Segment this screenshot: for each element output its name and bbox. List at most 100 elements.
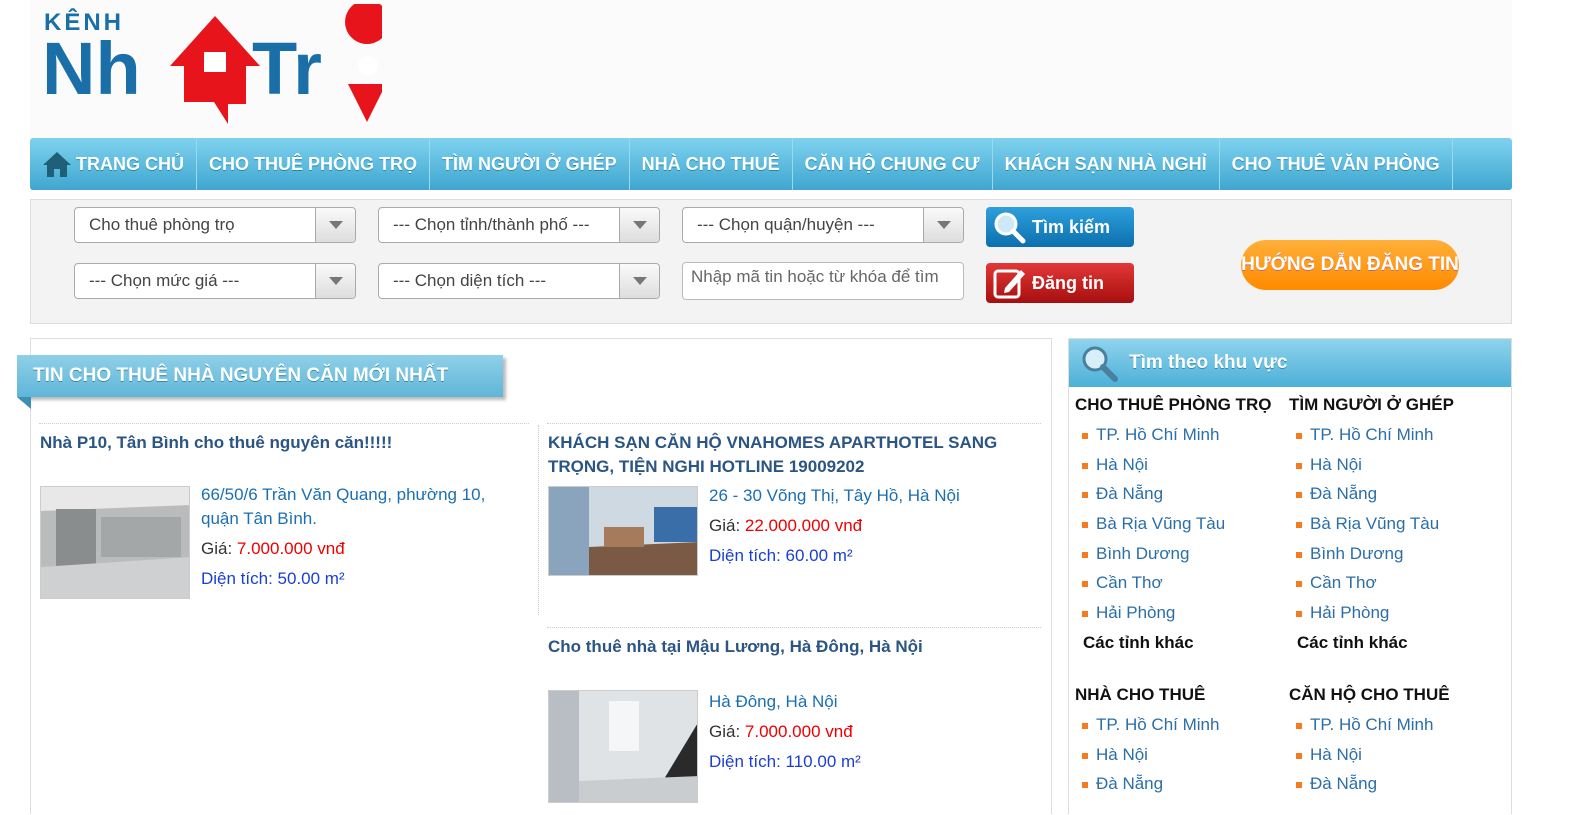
district-select-value: --- Chọn quận/huyện --- xyxy=(697,215,875,234)
listing-address[interactable]: Hà Đông, Hà Nội xyxy=(709,687,1029,717)
area-link[interactable]: TP. Hồ Chí Minh xyxy=(1075,715,1285,745)
area-link[interactable]: TP. Hồ Chí Minh xyxy=(1289,425,1499,455)
province-select[interactable]: --- Chọn tỉnh/thành phố --- xyxy=(378,207,660,243)
price-select[interactable]: --- Chọn mức giá --- xyxy=(74,263,356,299)
chevron-down-icon xyxy=(923,208,963,242)
main-nav: TRANG CHỦ CHO THUÊ PHÒNG TRỌ TÌM NGƯỜI Ở… xyxy=(30,138,1512,190)
area-link[interactable]: Đà Nẵng xyxy=(1075,484,1285,514)
area-link[interactable]: Bình Dương xyxy=(1289,544,1499,574)
area-group: CHO THUÊ PHÒNG TRỌ TP. Hồ Chí Minh Hà Nộ… xyxy=(1075,395,1285,663)
nav-home[interactable]: TRANG CHỦ xyxy=(30,138,197,190)
post-button-label: Đăng tin xyxy=(1032,272,1104,293)
area-link[interactable]: Hà Nội xyxy=(1289,745,1499,775)
area-group: NHÀ CHO THUÊ TP. Hồ Chí Minh Hà Nội Đà N… xyxy=(1075,685,1285,804)
price-label: Giá: xyxy=(201,539,233,558)
svg-text:Tr: Tr xyxy=(252,27,322,110)
province-select-value: --- Chọn tỉnh/thành phố --- xyxy=(393,215,590,234)
area-link[interactable]: Hải Phòng xyxy=(1289,603,1499,633)
nav-item-o-ghep[interactable]: TÌM NGƯỜI Ở GHÉP xyxy=(430,138,630,190)
area-list: TP. Hồ Chí Minh Hà Nội Đà Nẵng Bà Rịa Vũ… xyxy=(1289,425,1499,633)
listing-address[interactable]: 66/50/6 Trần Văn Quang, phường 10, quận … xyxy=(201,483,521,531)
listing-area: Diện tích: 60.00 m² xyxy=(709,546,853,565)
search-icon xyxy=(1082,346,1118,382)
listing-info: 66/50/6 Trần Văn Quang, phường 10, quận … xyxy=(201,483,521,594)
listing-card[interactable]: Cho thuê nhà tại Mậu Lương, Hà Đông, Hà … xyxy=(548,635,1038,815)
keyword-placeholder: Nhập mã tin hoặc từ khóa để tìm xyxy=(691,267,939,286)
listing-thumbnail[interactable] xyxy=(548,690,698,803)
post-button[interactable]: Đăng tin xyxy=(986,263,1134,303)
nav-item-nha-cho-thue[interactable]: NHÀ CHO THUÊ xyxy=(630,138,793,190)
chevron-down-icon xyxy=(619,264,659,298)
area-select[interactable]: --- Chọn diện tích --- xyxy=(378,263,660,299)
area-link[interactable]: Cần Thơ xyxy=(1289,573,1499,603)
area-link[interactable]: Đà Nẵng xyxy=(1289,774,1499,804)
area-link[interactable]: TP. Hồ Chí Minh xyxy=(1289,715,1499,745)
price-value: 22.000.000 vnđ xyxy=(744,516,863,535)
posting-guide-button[interactable]: HƯỚNG DẪN ĐĂNG TIN xyxy=(1241,240,1459,290)
nav-item-khach-san[interactable]: KHÁCH SẠN NHÀ NGHỈ xyxy=(993,138,1220,190)
area-group: TÌM NGƯỜI Ở GHÉP TP. Hồ Chí Minh Hà Nội … xyxy=(1289,395,1499,663)
area-link[interactable]: TP. Hồ Chí Minh xyxy=(1075,425,1285,455)
area-link[interactable]: Hà Nội xyxy=(1289,455,1499,485)
listing-thumbnail[interactable] xyxy=(40,486,190,599)
listing-card[interactable]: Nhà P10, Tân Bình cho thuê nguyên căn!!!… xyxy=(40,431,530,611)
district-select[interactable]: --- Chọn quận/huyện --- xyxy=(682,207,964,243)
nav-item-phong-tro[interactable]: CHO THUÊ PHÒNG TRỌ xyxy=(197,138,431,190)
divider xyxy=(547,627,1041,628)
area-group-heading: CĂN HỘ CHO THUÊ xyxy=(1289,685,1450,704)
area-group: CĂN HỘ CHO THUÊ TP. Hồ Chí Minh Hà Nội Đ… xyxy=(1289,685,1499,804)
price-select-value: --- Chọn mức giá --- xyxy=(89,271,240,290)
other-provinces-link[interactable]: Các tỉnh khác xyxy=(1289,633,1499,663)
site-logo[interactable]: KÊNH Nh Tr xyxy=(42,0,390,129)
price-value: 7.000.000 vnđ xyxy=(236,539,345,558)
area-group-heading: TÌM NGƯỜI Ở GHÉP xyxy=(1289,395,1454,414)
header: KÊNH Nh Tr xyxy=(30,0,1512,138)
area-select-value: --- Chọn diện tích --- xyxy=(393,271,547,290)
listing-info: 26 - 30 Võng Thị, Tây Hồ, Hà Nội Giá: 22… xyxy=(709,481,1029,571)
sidebar-header: Tìm theo khu vực xyxy=(1069,339,1511,387)
area-link[interactable]: Hà Nội xyxy=(1075,455,1285,485)
listing-price: Giá: 22.000.000 vnđ xyxy=(709,511,1029,541)
sidebar-title: Tìm theo khu vực xyxy=(1129,352,1288,373)
area-link[interactable]: Đà Nẵng xyxy=(1075,774,1285,804)
divider xyxy=(538,425,539,615)
area-link[interactable]: Hải Phòng xyxy=(1075,603,1285,633)
edit-icon xyxy=(986,263,1032,303)
area-link[interactable]: Cần Thơ xyxy=(1075,573,1285,603)
search-icon xyxy=(986,207,1032,247)
listing-info: Hà Đông, Hà Nội Giá: 7.000.000 vnđ Diện … xyxy=(709,687,1029,777)
area-link[interactable]: Bà Rịa Vũng Tàu xyxy=(1075,514,1285,544)
listing-price: Giá: 7.000.000 vnđ xyxy=(709,717,1029,747)
area-link[interactable]: Bà Rịa Vũng Tàu xyxy=(1289,514,1499,544)
listing-area: Diện tích: 50.00 m² xyxy=(201,569,345,588)
listing-thumbnail[interactable] xyxy=(548,486,698,576)
search-panel: Cho thuê phòng trọ --- Chọn tỉnh/thành p… xyxy=(30,199,1512,324)
listing-title[interactable]: KHÁCH SẠN CĂN HỘ VNAHOMES APARTHOTEL SAN… xyxy=(548,431,1038,479)
area-link[interactable]: Đà Nẵng xyxy=(1289,484,1499,514)
area-link[interactable]: Hà Nội xyxy=(1075,745,1285,775)
area-list: TP. Hồ Chí Minh Hà Nội Đà Nẵng Bà Rịa Vũ… xyxy=(1075,425,1285,633)
price-label: Giá: xyxy=(709,722,741,741)
search-button[interactable]: Tìm kiếm xyxy=(986,207,1134,247)
other-provinces-link[interactable]: Các tỉnh khác xyxy=(1075,633,1285,663)
chevron-down-icon xyxy=(315,264,355,298)
category-select[interactable]: Cho thuê phòng trọ xyxy=(74,207,356,243)
listing-card[interactable]: KHÁCH SẠN CĂN HỘ VNAHOMES APARTHOTEL SAN… xyxy=(548,431,1038,621)
price-value: 7.000.000 vnđ xyxy=(744,722,853,741)
search-button-label: Tìm kiếm xyxy=(1032,216,1111,237)
listing-title[interactable]: Nhà P10, Tân Bình cho thuê nguyên căn!!!… xyxy=(40,431,530,455)
nav-item-can-ho[interactable]: CĂN HỘ CHUNG CƯ xyxy=(793,138,993,190)
area-link[interactable]: Bình Dương xyxy=(1075,544,1285,574)
nav-home-label: TRANG CHỦ xyxy=(76,153,184,174)
listing-title[interactable]: Cho thuê nhà tại Mậu Lương, Hà Đông, Hà … xyxy=(548,635,1038,659)
chevron-down-icon xyxy=(315,208,355,242)
area-list: TP. Hồ Chí Minh Hà Nội Đà Nẵng xyxy=(1075,715,1285,804)
section-title: TIN CHO THUÊ NHÀ NGUYÊN CĂN MỚI NHẤT xyxy=(17,355,503,409)
listing-address[interactable]: 26 - 30 Võng Thị, Tây Hồ, Hà Nội xyxy=(709,481,1029,511)
keyword-input[interactable]: Nhập mã tin hoặc từ khóa để tìm xyxy=(682,262,964,300)
page: KÊNH Nh Tr TRANG CHỦ CHO THUÊ PHÒNG TRỌ … xyxy=(17,0,1512,815)
price-label: Giá: xyxy=(709,516,741,535)
listing-price: Giá: 7.000.000 vnđ xyxy=(201,534,521,564)
nav-item-van-phong[interactable]: CHO THUÊ VĂN PHÒNG xyxy=(1220,138,1453,190)
svg-text:Nh: Nh xyxy=(42,27,141,110)
